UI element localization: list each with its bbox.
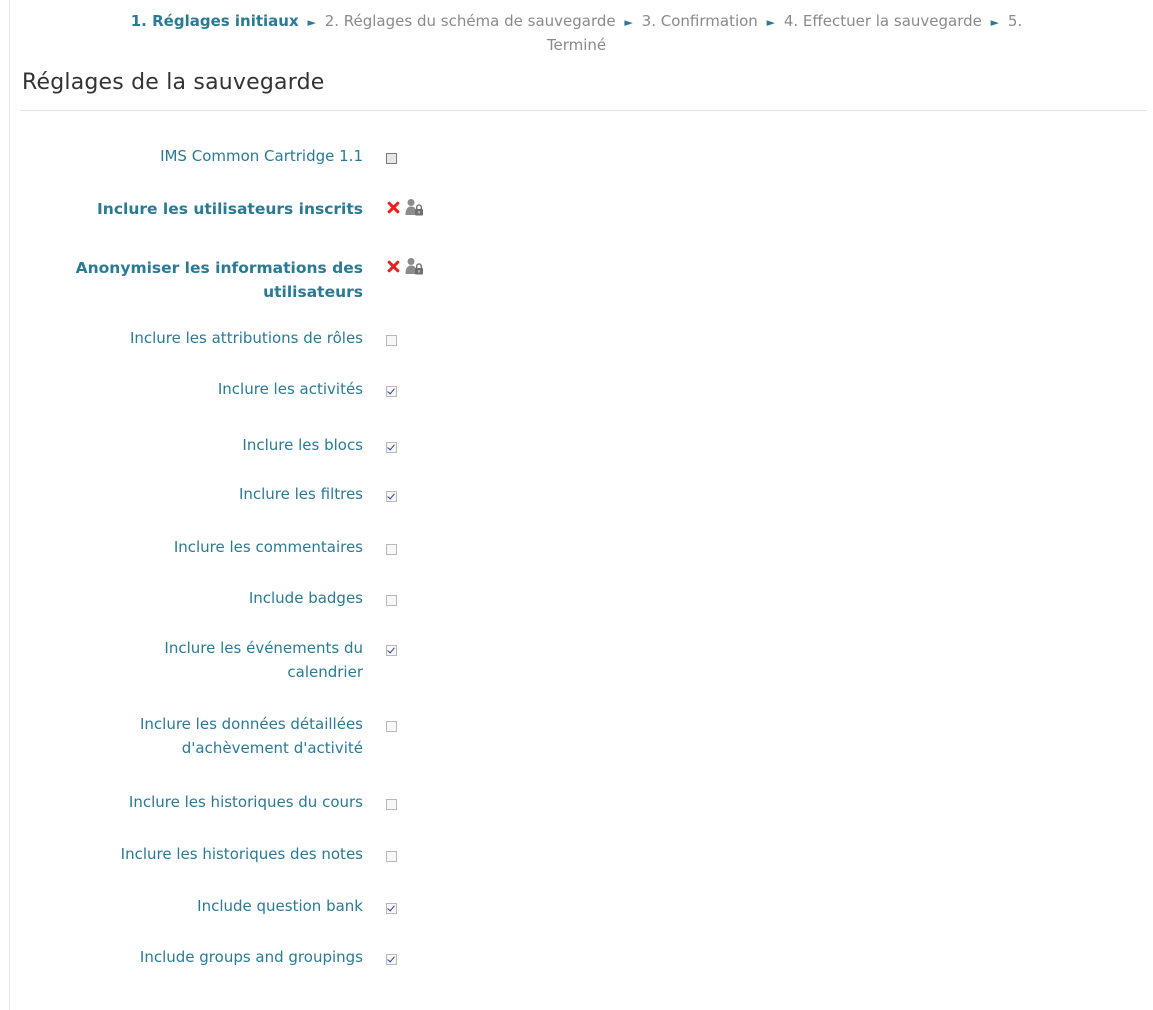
user-lock-icon [405, 199, 423, 216]
setting-label-line: d'achèvement d'activité [181, 739, 363, 757]
setting-checkbox-activity-completion[interactable] [386, 721, 397, 732]
setting-label: Inclure les événements du calendrier [33, 636, 363, 684]
setting-label: Include badges [248, 589, 363, 607]
left-border [9, 0, 10, 1010]
setting-checkbox-question-bank[interactable] [386, 903, 397, 914]
section-title: Réglages de la sauvegarde [22, 70, 325, 95]
setting-label: Include question bank [197, 897, 363, 915]
step-separator-icon: ► [624, 16, 633, 29]
setting-label-line: Inclure les événements du [164, 639, 363, 657]
setting-label: Inclure les utilisateurs inscrits [97, 200, 363, 218]
setting-label-line: Anonymiser les informations des [75, 259, 363, 277]
setting-label: Inclure les commentaires [173, 538, 363, 556]
step-complete-number: 5. [1007, 12, 1023, 30]
user-lock-icon [405, 258, 423, 275]
step-perform-backup: 4. Effectuer la sauvegarde [783, 12, 982, 30]
setting-label: Include groups and groupings [139, 948, 363, 966]
setting-label-line: Inclure les données détaillées [139, 715, 363, 733]
step-confirmation: 3. Confirmation [641, 12, 758, 30]
setting-label: Inclure les historiques du cours [128, 793, 363, 811]
setting-checkbox-course-logs[interactable] [386, 799, 397, 810]
setting-label: Inclure les données détaillées d'achèvem… [33, 712, 363, 760]
setting-checkbox-filters[interactable] [386, 491, 397, 502]
setting-checkbox-ims-cc[interactable] [386, 153, 397, 164]
setting-checkbox-grade-history[interactable] [386, 851, 397, 862]
setting-label-line: utilisateurs [263, 283, 363, 301]
setting-label: Inclure les activités [217, 380, 363, 398]
setting-label-line: calendrier [287, 663, 363, 681]
step-complete-label: Terminé [546, 36, 607, 54]
setting-checkbox-blocks[interactable] [386, 442, 397, 453]
step-initial-settings: 1. Réglages initiaux [130, 12, 299, 30]
setting-label: Inclure les historiques des notes [120, 845, 363, 863]
step-schema-settings: 2. Réglages du schéma de sauvegarde [324, 12, 616, 30]
step-separator-icon: ► [990, 16, 1000, 29]
setting-checkbox-groups[interactable] [386, 954, 397, 965]
setting-label: Inclure les attributions de rôles [129, 329, 363, 347]
cross-icon [386, 200, 400, 214]
setting-label: Inclure les filtres [238, 485, 363, 503]
backup-steps-breadcrumb: 1. Réglages initiaux ► 2. Réglages du sc… [0, 10, 1153, 56]
cross-icon [386, 259, 400, 273]
setting-checkbox-comments[interactable] [386, 544, 397, 555]
setting-checkbox-activities[interactable] [386, 386, 397, 397]
setting-checkbox-badges[interactable] [386, 595, 397, 606]
step-separator-icon: ► [307, 16, 316, 29]
setting-label: IMS Common Cartridge 1.1 [160, 147, 363, 165]
setting-checkbox-role-assignments[interactable] [386, 335, 397, 346]
setting-label: Inclure les blocs [242, 436, 363, 454]
step-separator-icon: ► [766, 16, 776, 29]
section-divider [20, 110, 1146, 111]
setting-label: Anonymiser les informations des utilisat… [33, 256, 363, 304]
setting-checkbox-calendar-events[interactable] [386, 645, 397, 656]
